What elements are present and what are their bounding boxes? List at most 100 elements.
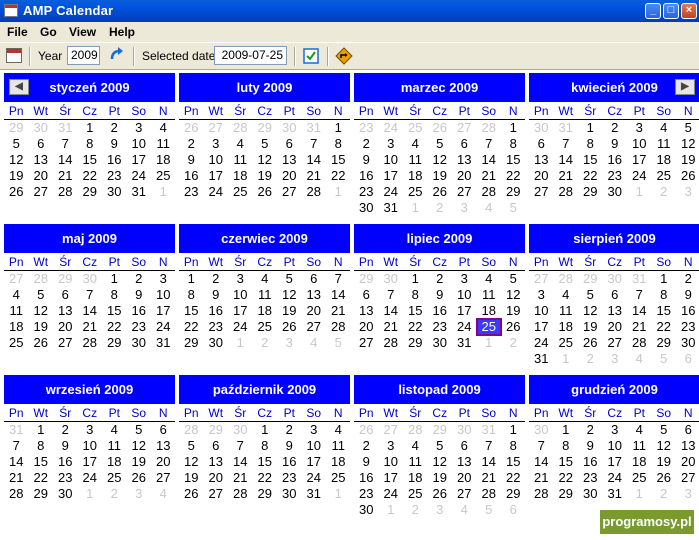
day-cell[interactable]: 9: [354, 454, 379, 470]
day-cell[interactable]: 3: [78, 422, 103, 438]
next-month-day[interactable]: 3: [676, 486, 699, 502]
prev-month-day[interactable]: 30: [29, 120, 54, 136]
day-cell[interactable]: 11: [477, 287, 502, 303]
day-cell[interactable]: 11: [228, 152, 253, 168]
day-cell[interactable]: 13: [53, 303, 78, 319]
day-cell[interactable]: 19: [4, 168, 29, 184]
day-cell[interactable]: 26: [253, 184, 278, 200]
next-month-day[interactable]: 4: [452, 502, 477, 518]
day-cell[interactable]: 15: [578, 152, 603, 168]
day-cell[interactable]: 11: [253, 287, 278, 303]
day-cell[interactable]: 24: [603, 470, 628, 486]
day-cell[interactable]: 14: [302, 152, 327, 168]
day-cell[interactable]: 1: [578, 120, 603, 136]
day-cell[interactable]: 6: [529, 136, 554, 152]
day-cell[interactable]: 20: [277, 168, 302, 184]
day-cell[interactable]: 8: [253, 438, 278, 454]
day-cell[interactable]: 20: [204, 470, 229, 486]
day-cell[interactable]: 12: [127, 438, 152, 454]
day-cell[interactable]: 24: [627, 168, 652, 184]
prev-month-day[interactable]: 31: [4, 422, 29, 438]
day-cell[interactable]: 7: [53, 136, 78, 152]
day-cell[interactable]: 19: [578, 319, 603, 335]
check-list-button[interactable]: [302, 47, 320, 65]
year-input[interactable]: 2009: [67, 46, 100, 65]
day-cell[interactable]: 12: [29, 303, 54, 319]
day-cell[interactable]: 15: [78, 152, 103, 168]
next-month-day[interactable]: 3: [676, 184, 699, 200]
day-cell[interactable]: 1: [179, 271, 204, 287]
next-month-day[interactable]: 1: [326, 184, 351, 200]
day-cell[interactable]: 5: [4, 136, 29, 152]
day-cell[interactable]: 23: [676, 319, 699, 335]
day-cell[interactable]: 29: [29, 486, 54, 502]
day-cell[interactable]: 15: [554, 454, 579, 470]
day-cell[interactable]: 7: [4, 438, 29, 454]
day-cell[interactable]: 5: [578, 287, 603, 303]
day-cell[interactable]: 20: [354, 319, 379, 335]
day-cell[interactable]: 29: [179, 335, 204, 351]
day-cell[interactable]: 24: [127, 168, 152, 184]
day-cell[interactable]: 10: [228, 287, 253, 303]
day-cell[interactable]: 25: [228, 184, 253, 200]
day-cell[interactable]: 26: [428, 486, 453, 502]
day-cell[interactable]: 21: [53, 168, 78, 184]
day-cell[interactable]: 14: [627, 303, 652, 319]
day-cell[interactable]: 11: [627, 438, 652, 454]
day-cell[interactable]: 25: [102, 470, 127, 486]
day-cell[interactable]: 24: [379, 184, 404, 200]
day-cell[interactable]: 3: [204, 136, 229, 152]
day-cell[interactable]: 22: [78, 168, 103, 184]
day-cell[interactable]: 12: [179, 454, 204, 470]
day-cell[interactable]: 6: [676, 422, 699, 438]
prev-month-day[interactable]: 27: [529, 271, 554, 287]
day-cell[interactable]: 20: [151, 454, 176, 470]
prev-month-day[interactable]: 29: [53, 271, 78, 287]
day-cell[interactable]: 4: [102, 422, 127, 438]
day-cell[interactable]: 1: [253, 422, 278, 438]
next-month-day[interactable]: 2: [578, 351, 603, 367]
day-cell[interactable]: 29: [501, 184, 526, 200]
day-cell[interactable]: 16: [53, 454, 78, 470]
day-cell[interactable]: 9: [179, 152, 204, 168]
day-cell[interactable]: 27: [603, 335, 628, 351]
day-cell[interactable]: 4: [403, 438, 428, 454]
next-month-day[interactable]: 2: [501, 335, 526, 351]
next-year-button[interactable]: ▶: [675, 79, 695, 95]
day-cell[interactable]: 9: [578, 438, 603, 454]
day-cell[interactable]: 17: [151, 303, 176, 319]
prev-month-day[interactable]: 28: [554, 271, 579, 287]
day-cell[interactable]: 11: [102, 438, 127, 454]
day-cell[interactable]: 22: [652, 319, 677, 335]
day-cell[interactable]: 9: [676, 287, 699, 303]
day-cell[interactable]: 14: [529, 454, 554, 470]
next-month-day[interactable]: 5: [652, 351, 677, 367]
day-cell[interactable]: 11: [652, 136, 677, 152]
day-cell[interactable]: 10: [529, 303, 554, 319]
day-cell[interactable]: 27: [302, 319, 327, 335]
day-cell[interactable]: 4: [151, 120, 176, 136]
day-cell[interactable]: 17: [627, 152, 652, 168]
day-cell[interactable]: 13: [151, 438, 176, 454]
day-cell[interactable]: 18: [627, 454, 652, 470]
day-cell[interactable]: 2: [102, 120, 127, 136]
prev-month-day[interactable]: 26: [428, 120, 453, 136]
day-cell[interactable]: 27: [452, 184, 477, 200]
day-cell[interactable]: 21: [627, 319, 652, 335]
prev-month-day[interactable]: 27: [204, 120, 229, 136]
day-cell[interactable]: 8: [78, 136, 103, 152]
day-cell[interactable]: 5: [253, 136, 278, 152]
day-cell[interactable]: 18: [228, 168, 253, 184]
prev-month-day[interactable]: 30: [529, 422, 554, 438]
day-cell[interactable]: 15: [403, 303, 428, 319]
day-cell[interactable]: 30: [428, 335, 453, 351]
day-cell[interactable]: 27: [151, 470, 176, 486]
day-cell[interactable]: 19: [676, 152, 699, 168]
day-cell[interactable]: 1: [403, 271, 428, 287]
day-cell[interactable]: 19: [29, 319, 54, 335]
day-cell[interactable]: 22: [554, 470, 579, 486]
day-cell[interactable]: 10: [603, 438, 628, 454]
day-cell[interactable]: 9: [277, 438, 302, 454]
day-cell[interactable]: 3: [127, 120, 152, 136]
day-cell[interactable]: 22: [179, 319, 204, 335]
